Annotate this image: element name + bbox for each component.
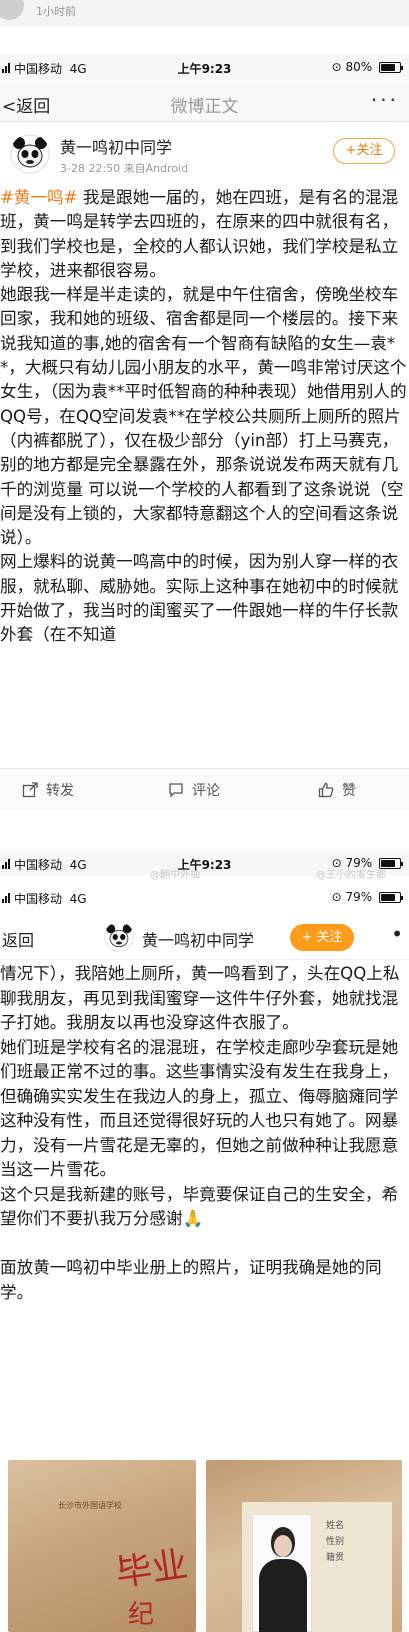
battery-percent: 80%: [345, 60, 373, 74]
battery-icon: [379, 892, 403, 903]
author-name[interactable]: 黄一鸣初中同学: [142, 927, 254, 951]
author-name[interactable]: 黄一鸣初中同学: [60, 134, 172, 158]
nav-bar: <返回 微博正文 ···: [0, 82, 409, 122]
yearbook-cover-photo[interactable]: 长沙市外国语学校 毕业 纪: [8, 1460, 196, 1632]
post-meta: 3-28 22:50 来自Android: [60, 162, 189, 175]
repost-label: 转发: [46, 783, 74, 799]
portrait-notes: 姓名 性别 籍贯: [326, 1521, 345, 1563]
panda-avatar-icon: [104, 922, 134, 952]
back-button[interactable]: 返回: [2, 927, 34, 951]
thumbs-up-icon: [318, 782, 334, 798]
repost-icon: [22, 782, 38, 798]
more-button[interactable]: ···: [371, 88, 399, 112]
action-bar: 转发 评论 赞: [0, 768, 409, 810]
repost-button[interactable]: 转发: [22, 780, 74, 800]
previous-item-strip: 1小时前: [0, 0, 409, 26]
follow-button[interactable]: + 关注: [290, 924, 354, 951]
battery-icon: [379, 62, 403, 73]
post-time: 1小时前: [36, 5, 76, 18]
comment-icon: [169, 783, 183, 798]
hashtag-link[interactable]: #黄一鸣#: [0, 188, 78, 207]
like-label: 赞: [342, 783, 356, 799]
panda-avatar-icon: [10, 134, 50, 174]
avatar[interactable]: [10, 134, 50, 174]
battery-percent: 79%: [345, 890, 373, 904]
status-bar: 中国移动 4G ⊙ 79%: [0, 884, 409, 910]
watermark: @王小的发生都: [316, 870, 386, 881]
watermark: @翻中外抽: [150, 870, 200, 881]
avatar[interactable]: [104, 922, 134, 952]
photo-row: 长沙市外国语学校 毕业 纪 姓名 性别 籍贯: [0, 1456, 409, 1632]
post-text: 我是跟她一届的，她在四班，是有名的混混班，黄一鸣是转学去四班的，在原来的四中就很…: [0, 188, 407, 645]
page-title: 微博正文: [170, 97, 239, 117]
yearbook-title: 毕业: [113, 1544, 191, 1595]
alarm-icon: ⊙: [331, 890, 342, 904]
carrier-label: 中国移动: [14, 892, 63, 906]
separator: [0, 810, 409, 850]
alarm-icon: ⊙: [331, 60, 342, 74]
portrait-image: [252, 1514, 312, 1632]
school-name: 长沙市外国语学校: [58, 1501, 122, 1510]
yearbook-portrait-photo[interactable]: 姓名 性别 籍贯: [206, 1460, 402, 1632]
comment-button[interactable]: 评论: [168, 780, 220, 800]
network-label: 4G: [69, 892, 87, 906]
status-bar: 中国移动 4G 上午9:23 ⊙ 80%: [0, 54, 409, 80]
post-body: #黄一鸣# 我是跟她一届的，她在四班，是有名的混混班，黄一鸣是转学去四班的，在原…: [0, 186, 409, 648]
avatar: [0, 0, 24, 20]
post-body-continued: 情况下），我陪她上厕所，黄一鸣看到了，头在QQ上私聊我朋友，再见到我闺蜜穿一这件…: [0, 964, 400, 1302]
nav-bar: 返回 黄一鸣初中同学 + 关注 •: [0, 914, 409, 960]
author-row: 黄一鸣初中同学 3-28 22:50 来自Android +关注: [0, 128, 409, 184]
like-button[interactable]: 赞: [318, 780, 356, 800]
comment-label: 评论: [192, 783, 220, 799]
more-button[interactable]: •: [391, 922, 403, 946]
yearbook-title-2: 纪: [128, 1600, 155, 1630]
signal-icon: [2, 891, 12, 903]
follow-button[interactable]: +关注: [333, 138, 395, 164]
